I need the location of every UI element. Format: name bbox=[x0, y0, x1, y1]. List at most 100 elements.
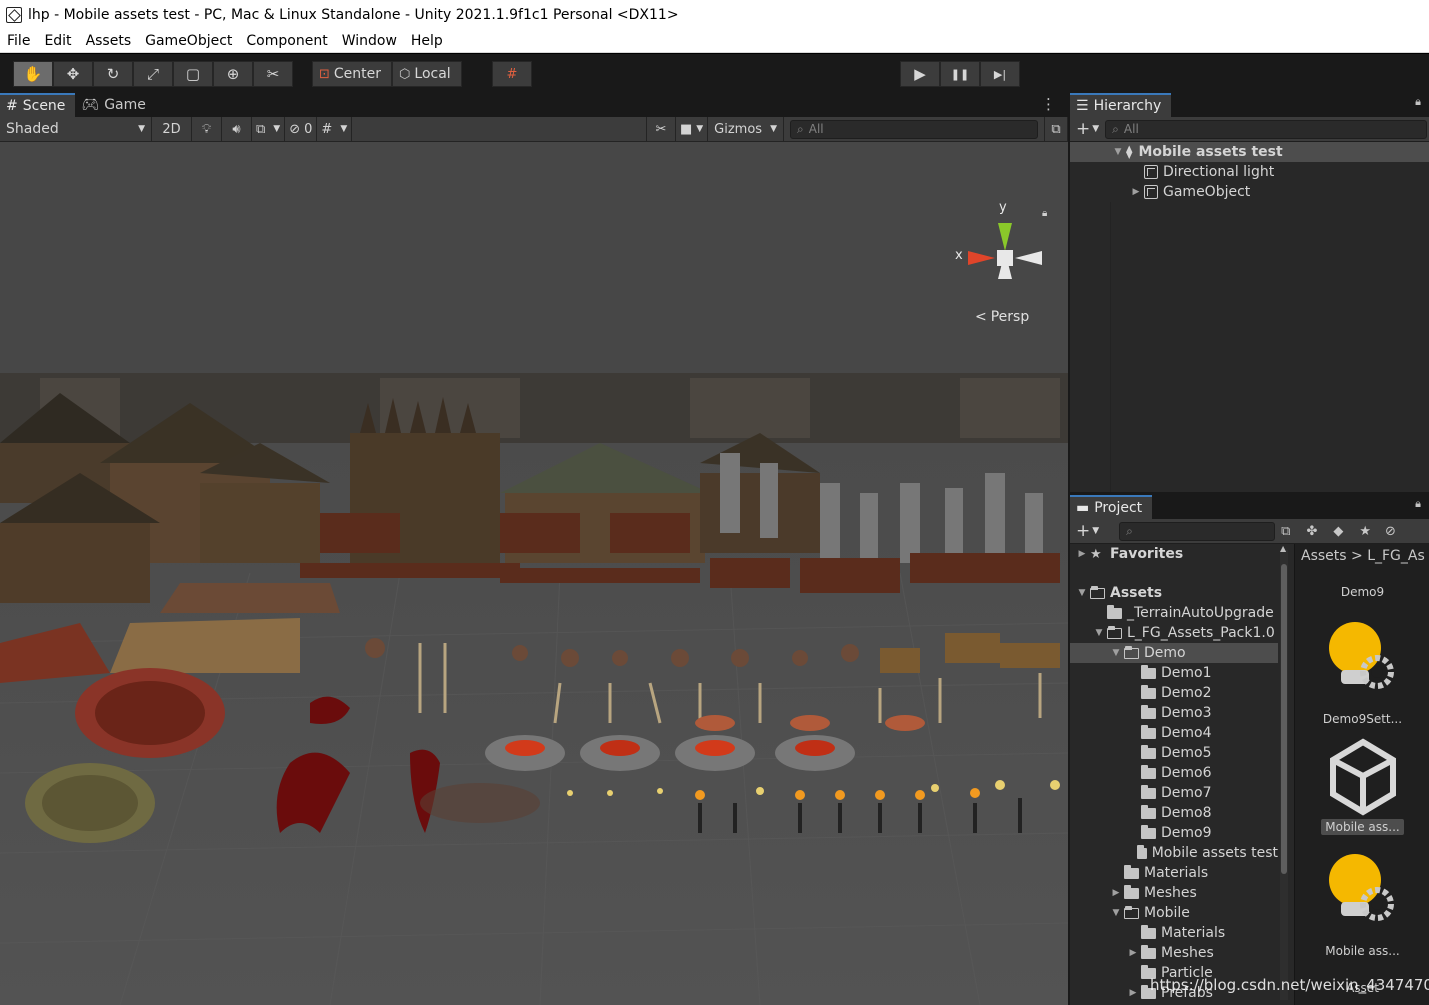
project-folder-row[interactable]: Demo4 bbox=[1070, 723, 1278, 743]
project-folder-label: Meshes bbox=[1144, 885, 1197, 901]
custom-tool-button[interactable]: ✂ bbox=[253, 61, 293, 87]
toggle-2d-button[interactable]: 2D bbox=[152, 116, 192, 142]
asset-mobile-settings[interactable]: Mobile ass... bbox=[1295, 850, 1429, 959]
move-tool-button[interactable]: ✥ bbox=[53, 61, 93, 87]
label-tag-icon[interactable]: ◆ bbox=[1333, 524, 1343, 539]
expand-arrow-icon[interactable]: ▶ bbox=[1127, 948, 1139, 958]
project-folder-label: Materials bbox=[1144, 865, 1209, 881]
expand-arrow-icon[interactable]: ▼ bbox=[1110, 648, 1122, 658]
project-folder-row[interactable]: ▶ Meshes bbox=[1070, 883, 1278, 903]
project-tree-scrollbar[interactable]: ▲ bbox=[1280, 544, 1288, 1000]
project-folder-row[interactable]: ▶ Meshes bbox=[1070, 943, 1278, 963]
menu-file[interactable]: File bbox=[0, 29, 37, 53]
project-folder-row[interactable]: Demo7 bbox=[1070, 783, 1278, 803]
project-folder-row[interactable]: Demo2 bbox=[1070, 683, 1278, 703]
project-search-input[interactable]: ⌕ bbox=[1119, 521, 1276, 541]
project-folder-row[interactable]: Demo6 bbox=[1070, 763, 1278, 783]
project-folder-row[interactable]: Demo8 bbox=[1070, 803, 1278, 823]
hand-tool-button[interactable]: ✋ bbox=[13, 61, 53, 87]
asset-mobile-scene[interactable]: Mobile ass... bbox=[1295, 736, 1429, 835]
pivot-center-button[interactable]: ⊡ Center bbox=[312, 61, 393, 87]
project-folder-row[interactable]: ▼ L_FG_Assets_Pack1.0 bbox=[1070, 623, 1278, 643]
camera-dropdown[interactable]: ■ ▼ bbox=[676, 116, 709, 142]
project-folder-row[interactable]: Demo9 bbox=[1070, 823, 1278, 843]
effects-dropdown[interactable]: ⧉ ▼ bbox=[252, 116, 286, 142]
transform-tool-button[interactable]: ⊕ bbox=[213, 61, 253, 87]
gizmos-dropdown[interactable]: Gizmos ▼ bbox=[708, 116, 784, 142]
create-dropdown-button[interactable]: + ▼ bbox=[1076, 119, 1099, 139]
asset-demo9-settings[interactable]: Demo9Sett... bbox=[1295, 618, 1429, 727]
scroll-thumb[interactable] bbox=[1281, 564, 1287, 874]
expand-arrow-icon[interactable]: ▼ bbox=[1076, 588, 1088, 598]
hierarchy-item-directional-light[interactable]: Directional light bbox=[1070, 162, 1429, 182]
tab-project[interactable]: ▬ Project bbox=[1070, 495, 1153, 519]
kebab-menu-icon[interactable]: ⋮ bbox=[1041, 95, 1056, 113]
hierarchy-list-icon: ☰ bbox=[1076, 98, 1089, 114]
scene-search-input[interactable]: ⌕ All bbox=[790, 119, 1038, 139]
project-folder-row[interactable]: Materials bbox=[1070, 863, 1278, 883]
project-folder-label: Demo3 bbox=[1161, 705, 1212, 721]
hierarchy-item-gameobject[interactable]: ▶ GameObject bbox=[1070, 182, 1429, 202]
rotate-tool-button[interactable]: ↻ bbox=[93, 61, 133, 87]
project-folder-row[interactable]: ▼ Mobile bbox=[1070, 903, 1278, 923]
shading-mode-dropdown[interactable]: Shaded ▼ bbox=[0, 116, 152, 142]
menu-window[interactable]: Window bbox=[335, 29, 404, 53]
grid-snap-button[interactable]: # bbox=[492, 61, 532, 87]
gizmo-lock-icon[interactable]: 🔒︎ bbox=[1042, 208, 1047, 219]
tab-hierarchy[interactable]: ☰ Hierarchy bbox=[1070, 93, 1172, 117]
expand-arrow-icon[interactable]: ▼ bbox=[1112, 147, 1124, 157]
create-dropdown-button[interactable]: + ▼ bbox=[1076, 521, 1099, 541]
tab-scene[interactable]: # Scene bbox=[0, 93, 76, 117]
rect-tool-button[interactable]: ▢ bbox=[173, 61, 213, 87]
pivot-local-button[interactable]: ⬡ Local bbox=[392, 61, 462, 87]
grid-visibility-dropdown[interactable]: # ▼ bbox=[317, 116, 353, 142]
search-options-button[interactable]: ⧉ bbox=[1044, 116, 1068, 142]
step-button[interactable]: ▶| bbox=[980, 61, 1020, 87]
expand-arrow-icon[interactable]: ▶ bbox=[1110, 888, 1122, 898]
pause-button[interactable]: ❚❚ bbox=[940, 61, 980, 87]
audio-toggle[interactable]: 🔊︎ bbox=[222, 116, 252, 142]
project-folder-row[interactable]: Demo5 bbox=[1070, 743, 1278, 763]
expand-arrow-icon[interactable]: ▶ bbox=[1130, 187, 1142, 197]
favorite-star-icon[interactable]: ★ bbox=[1359, 524, 1371, 539]
tools-button[interactable]: ✂ bbox=[645, 116, 676, 142]
expand-arrow-icon[interactable]: ▶ bbox=[1127, 988, 1139, 998]
expand-arrow-icon[interactable]: ▼ bbox=[1093, 628, 1105, 638]
favorites-row[interactable]: ▶ ★ Favorites bbox=[1070, 544, 1278, 564]
tab-game[interactable]: 🎮︎ Game bbox=[75, 93, 155, 117]
lock-icon[interactable]: 🔒︎ bbox=[1415, 497, 1421, 511]
scene-visibility-toggle[interactable]: ⊘ 0 bbox=[285, 116, 318, 142]
lighting-toggle[interactable]: 💡︎ bbox=[192, 116, 222, 142]
project-folder-row[interactable]: Demo1 bbox=[1070, 663, 1278, 683]
hierarchy-scene-row[interactable]: ▼ ⧫ Mobile assets test bbox=[1070, 142, 1429, 162]
project-folder-label: Demo4 bbox=[1161, 725, 1212, 741]
folder-icon bbox=[1141, 764, 1156, 779]
chevron-down-icon: ▼ bbox=[340, 124, 348, 134]
project-folder-row[interactable]: Materials bbox=[1070, 923, 1278, 943]
hidden-packages-icon[interactable]: ⊘ bbox=[1385, 524, 1396, 539]
asset-demo9-scene[interactable]: Demo9 bbox=[1295, 584, 1429, 600]
lock-icon[interactable]: 🔒︎ bbox=[1415, 95, 1421, 109]
project-folder-row[interactable]: Mobile assets test bbox=[1070, 843, 1278, 863]
scale-tool-button[interactable]: ⤢ bbox=[133, 61, 173, 87]
project-folder-row[interactable]: Demo3 bbox=[1070, 703, 1278, 723]
menu-assets[interactable]: Assets bbox=[79, 29, 139, 53]
expand-arrow-icon[interactable]: ▼ bbox=[1110, 908, 1122, 918]
filter-type-icon[interactable]: ✤ bbox=[1306, 524, 1317, 539]
projection-toggle[interactable]: < Persp bbox=[975, 309, 1029, 325]
menu-gameobject[interactable]: GameObject bbox=[138, 29, 239, 53]
menu-help[interactable]: Help bbox=[404, 29, 450, 53]
breadcrumb[interactable]: Assets > L_FG_As bbox=[1301, 548, 1425, 564]
scene-viewport[interactable]: y x 🔒︎ < Persp bbox=[0, 143, 1068, 1005]
project-folder-label: Mobile bbox=[1144, 905, 1190, 921]
scroll-up-icon[interactable]: ▲ bbox=[1280, 544, 1286, 553]
menu-component[interactable]: Component bbox=[239, 29, 334, 53]
expand-arrow-icon[interactable]: ▶ bbox=[1076, 549, 1088, 559]
project-folder-row[interactable]: _TerrainAutoUpgrade bbox=[1070, 603, 1278, 623]
menu-edit[interactable]: Edit bbox=[37, 29, 78, 53]
search-options-icon[interactable]: ⧉ bbox=[1281, 524, 1290, 539]
play-button[interactable]: ▶ bbox=[900, 61, 940, 87]
project-folder-row[interactable]: ▼ Demo bbox=[1070, 643, 1278, 663]
hierarchy-search-input[interactable]: ⌕ All bbox=[1105, 119, 1427, 139]
project-folder-row[interactable]: ▼ Assets bbox=[1070, 583, 1278, 603]
